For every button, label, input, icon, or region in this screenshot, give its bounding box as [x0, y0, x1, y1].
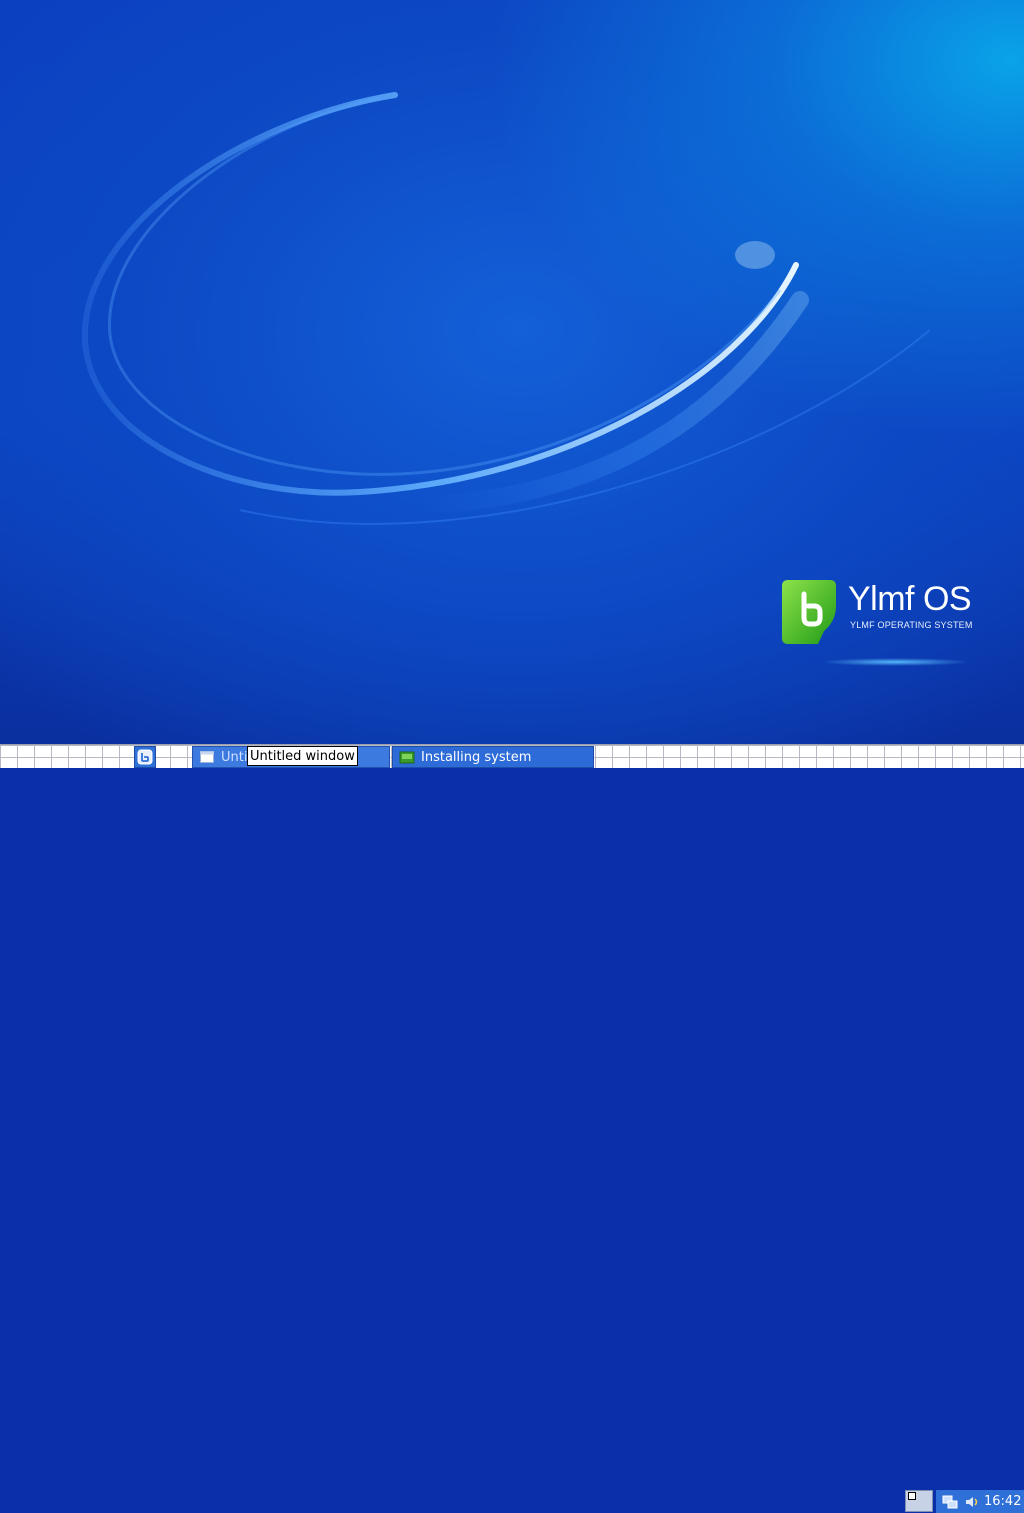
task-tooltip: Untitled window: [247, 746, 358, 766]
system-tray: 16:42: [936, 1490, 1024, 1513]
taskbar-task-installing-system[interactable]: Installing system: [392, 746, 594, 768]
app-menu-icon: [137, 749, 153, 765]
clock[interactable]: 16:42: [984, 1494, 1021, 1509]
workspace-switcher[interactable]: [905, 1490, 933, 1512]
desktop-wallpaper: Ylmf OS YLMF OPERATING SYSTEM: [0, 0, 1024, 744]
brand-tagline: YLMF OPERATING SYSTEM: [850, 620, 973, 630]
logo-glow: [820, 658, 970, 666]
window-icon: [200, 751, 214, 763]
workspace-1[interactable]: [908, 1492, 916, 1500]
volume-icon[interactable]: [964, 1494, 980, 1510]
installer-icon: [399, 751, 415, 764]
ylmf-logo-icon: [782, 580, 836, 644]
task-label: Installing system: [421, 749, 532, 765]
brand-name: Ylmf OS: [848, 580, 972, 618]
ylmf-logo: Ylmf OS YLMF OPERATING SYSTEM: [780, 576, 980, 672]
taskbar: Untitled window Installing system 16:42: [0, 744, 1024, 1513]
app-menu-button[interactable]: [134, 746, 156, 768]
network-icon[interactable]: [942, 1494, 958, 1510]
